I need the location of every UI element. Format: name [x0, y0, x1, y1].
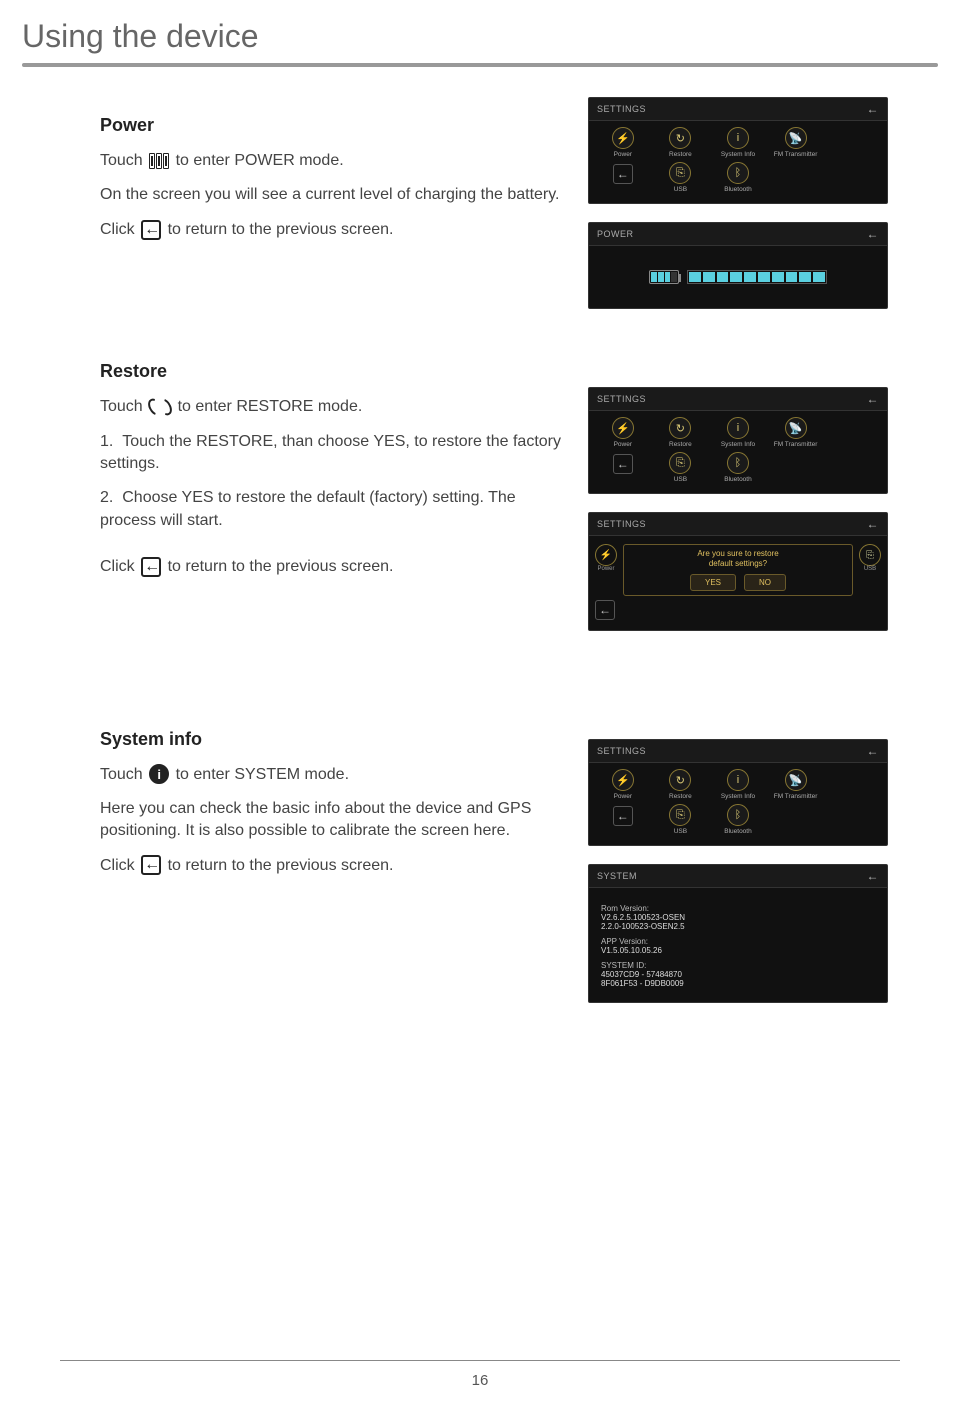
usb-icon[interactable]: ⎘	[669, 162, 691, 184]
sysinfo-click-line: Click to return to the previous screen.	[100, 855, 568, 877]
usb-icon[interactable]: ⎘	[669, 804, 691, 826]
shot-title: SETTINGS	[597, 394, 646, 404]
back-button[interactable]: ←	[613, 454, 633, 474]
info-icon: i	[149, 764, 169, 784]
sysinfo-icon[interactable]: i	[727, 127, 749, 149]
footer-divider	[60, 1360, 900, 1361]
rom-version-value2: 2.2.0-100523-OSEN2.5	[601, 922, 875, 931]
app-version-value: V1.5.05.10.05.26	[601, 946, 875, 955]
back-arrow-icon[interactable]: ←	[867, 517, 880, 531]
settings-screenshot-3: SETTINGS ← ⚡Power ↻Restore iSystem Info …	[588, 739, 888, 846]
back-button[interactable]: ←	[613, 164, 633, 184]
sysinfo-icon[interactable]: i	[727, 417, 749, 439]
left-column: Power Touch to enter POWER mode. On the …	[100, 97, 568, 1021]
click-rest: to return to the previous screen.	[168, 857, 394, 874]
rom-version-label: Rom Version:	[601, 904, 875, 913]
click-rest: to return to the previous screen.	[168, 221, 394, 238]
sysinfo-heading: System info	[100, 729, 568, 750]
touch-rest: to enter RESTORE mode.	[178, 398, 363, 415]
usb-icon: ⎘	[859, 544, 881, 566]
shot-title: SETTINGS	[597, 519, 646, 529]
back-arrow-icon	[141, 557, 161, 577]
restore-icon[interactable]: ↻	[669, 127, 691, 149]
page-title: Using the device	[0, 0, 960, 63]
bluetooth-icon[interactable]: ᛒ	[727, 804, 749, 826]
touch-word: Touch	[100, 152, 143, 169]
restore-step-2: 2. Choose YES to restore the default (fa…	[100, 487, 568, 532]
fm-icon[interactable]: 📡	[785, 417, 807, 439]
click-word: Click	[100, 221, 135, 238]
click-rest: to return to the previous screen.	[168, 558, 394, 575]
sysinfo-touch-line: Touch i to enter SYSTEM mode.	[100, 764, 568, 786]
back-arrow-icon[interactable]: ←	[867, 392, 880, 406]
click-word: Click	[100, 857, 135, 874]
restore-confirm-dialog: Are you sure to restore default settings…	[623, 544, 853, 596]
yes-button[interactable]: YES	[690, 574, 736, 591]
power-touch-line: Touch to enter POWER mode.	[100, 150, 568, 172]
restore-icon[interactable]: ↻	[669, 769, 691, 791]
touch-rest: to enter POWER mode.	[176, 152, 344, 169]
settings-screenshot-1: SETTINGS ← ⚡Power ↻Restore iSystem Info …	[588, 97, 888, 204]
back-arrow-icon	[141, 855, 161, 875]
app-version-label: APP Version:	[601, 937, 875, 946]
right-column: SETTINGS ← ⚡Power ↻Restore iSystem Info …	[588, 97, 900, 1021]
sysinfo-desc: Here you can check the basic info about …	[100, 798, 568, 843]
restore-step-1: 1. Touch the RESTORE, than choose YES, t…	[100, 431, 568, 476]
power-heading: Power	[100, 115, 568, 136]
touch-rest: to enter SYSTEM mode.	[176, 766, 349, 783]
restore-heading: Restore	[100, 361, 568, 382]
shot-title: POWER	[597, 229, 634, 239]
bluetooth-icon[interactable]: ᛒ	[727, 162, 749, 184]
power-screenshot: POWER ←	[588, 222, 888, 309]
restore-touch-line: Touch to enter RESTORE mode.	[100, 396, 568, 418]
shot-title: SETTINGS	[597, 104, 646, 114]
touch-word: Touch	[100, 398, 143, 415]
system-id-value1: 45037CD9 - 57484870	[601, 970, 875, 979]
restore-icon[interactable]: ↻	[669, 417, 691, 439]
touch-word: Touch	[100, 766, 143, 783]
back-arrow-icon[interactable]: ←	[867, 227, 880, 241]
restore-dialog-screenshot: SETTINGS ← ⚡ Power Are you sure to resto…	[588, 512, 888, 631]
back-arrow-icon[interactable]: ←	[867, 744, 880, 758]
bluetooth-icon[interactable]: ᛒ	[727, 452, 749, 474]
settings-icon-grid: ⚡Power ↻Restore iSystem Info 📡FM Transmi…	[597, 127, 879, 193]
system-id-value2: 8F061F53 - D9DB0009	[601, 979, 875, 988]
fm-icon[interactable]: 📡	[785, 769, 807, 791]
power-icon[interactable]: ⚡	[612, 127, 634, 149]
usb-icon[interactable]: ⎘	[669, 452, 691, 474]
back-arrow-icon	[141, 220, 161, 240]
sysinfo-icon[interactable]: i	[727, 769, 749, 791]
power-icon[interactable]: ⚡	[612, 417, 634, 439]
content-area: Power Touch to enter POWER mode. On the …	[0, 67, 960, 1021]
settings-screenshot-2: SETTINGS ← ⚡Power ↻Restore iSystem Info …	[588, 387, 888, 494]
back-button[interactable]: ←	[613, 806, 633, 826]
system-info-screenshot: SYSTEM ← Rom Version: V2.6.2.5.100523-OS…	[588, 864, 888, 1003]
restore-icon	[149, 398, 171, 416]
shot-title: SYSTEM	[597, 871, 637, 881]
battery-icon	[149, 153, 169, 169]
fm-icon[interactable]: 📡	[785, 127, 807, 149]
battery-level-icon	[649, 270, 679, 284]
power-icon[interactable]: ⚡	[612, 769, 634, 791]
click-word: Click	[100, 558, 135, 575]
power-desc: On the screen you will see a current lev…	[100, 184, 568, 206]
restore-click-line: Click to return to the previous screen.	[100, 556, 568, 578]
rom-version-value: V2.6.2.5.100523-OSEN	[601, 913, 875, 922]
system-id-label: SYSTEM ID:	[601, 961, 875, 970]
page-number: 16	[0, 1372, 960, 1389]
battery-progress-bar	[687, 270, 827, 284]
back-arrow-icon[interactable]: ←	[867, 869, 880, 883]
power-click-line: Click to return to the previous screen.	[100, 219, 568, 241]
back-arrow-icon[interactable]: ←	[867, 102, 880, 116]
power-icon: ⚡	[595, 544, 617, 566]
back-button[interactable]: ←	[595, 600, 615, 620]
no-button[interactable]: NO	[744, 574, 786, 591]
shot-title: SETTINGS	[597, 746, 646, 756]
